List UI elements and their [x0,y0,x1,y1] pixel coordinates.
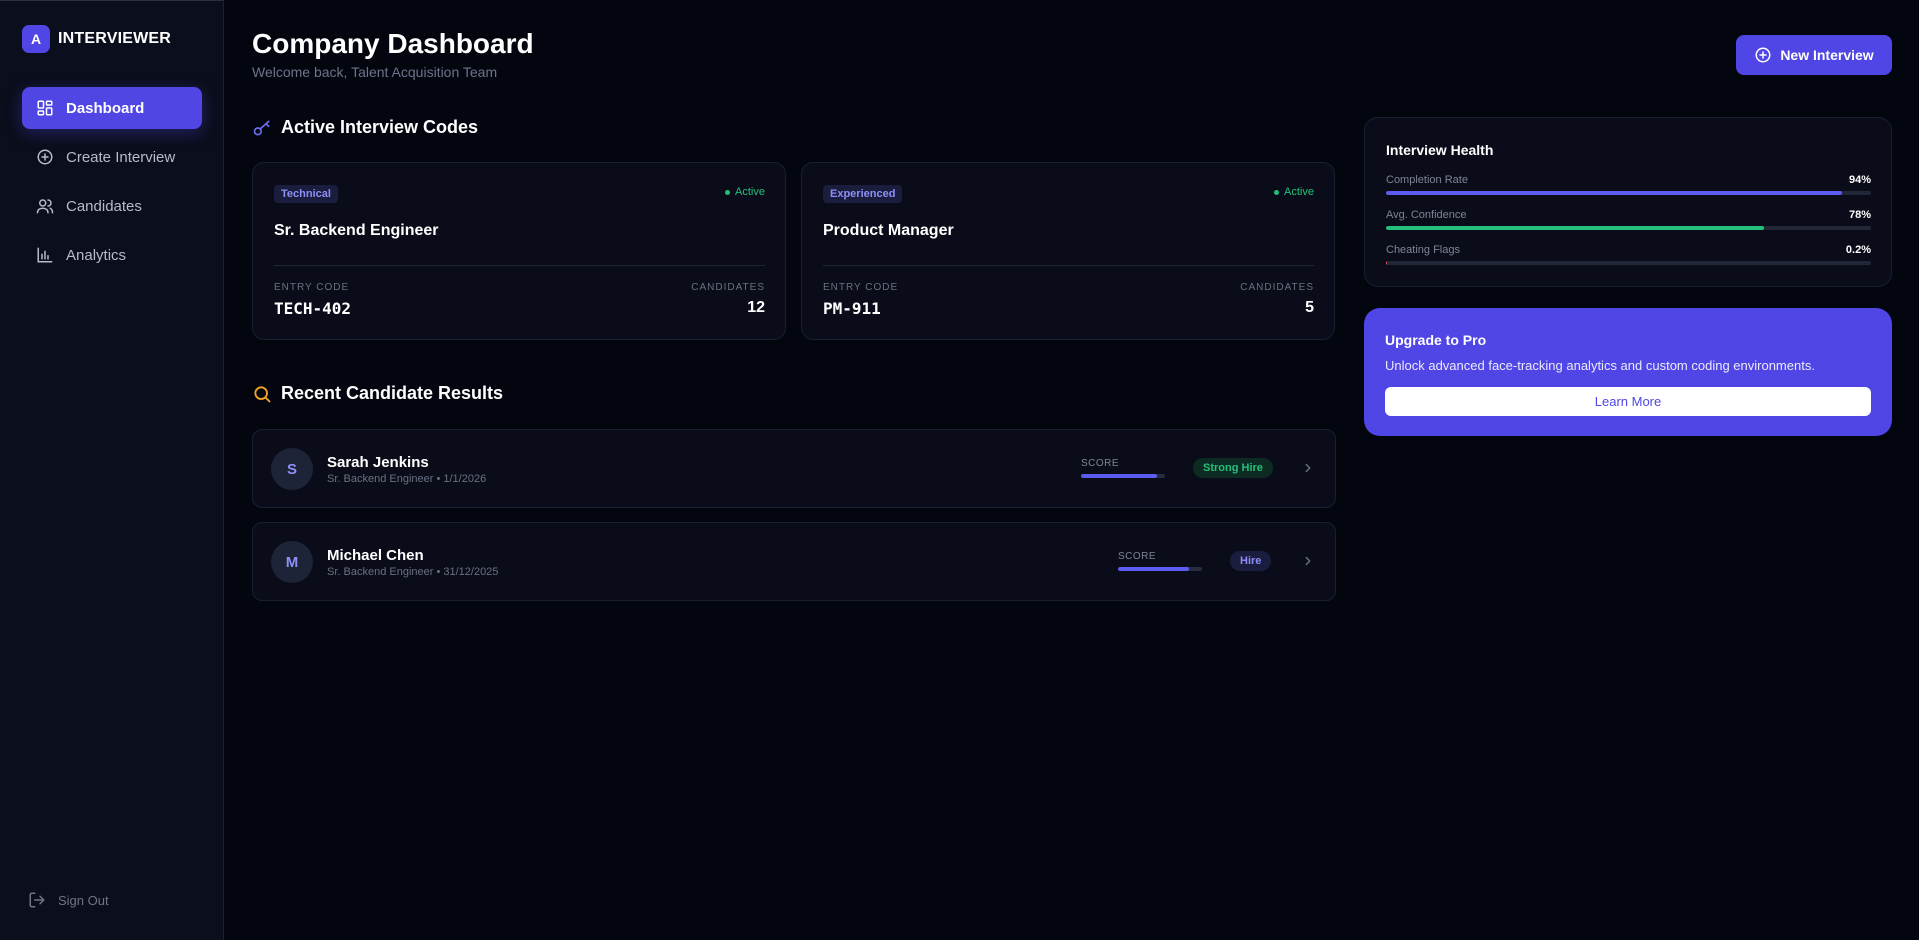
sidebar-item-candidates[interactable]: Candidates [22,185,202,227]
entry-code-value: TECH-402 [274,299,352,318]
metric-label: Cheating Flags [1386,244,1460,256]
category-tag: Technical [274,185,338,203]
metric-bar-fill [1386,261,1387,265]
brand-logo: A [22,25,50,53]
candidates-count: 5 [1305,299,1314,316]
metric-bar [1386,261,1871,265]
candidates-count: 12 [747,299,765,316]
entry-code-label: ENTRY CODE [823,282,899,293]
brand: A INTERVIEWER [22,25,171,53]
sidebar-item-label: Analytics [66,246,127,264]
sidebar-item-dashboard[interactable]: Dashboard [22,87,202,129]
score-label: SCORE [1081,458,1120,469]
pro-title: Upgrade to Pro [1385,332,1487,348]
score-bar [1081,474,1165,478]
page-subtitle: Welcome back, Talent Acquisition Team [252,64,498,80]
metric-value: 78% [1848,209,1871,221]
candidate-name: Michael Chen [327,547,424,564]
plus-circle-icon [37,149,53,165]
entry-code-value: PM-911 [823,299,881,318]
logout-icon [29,892,45,908]
brand-name: INTERVIEWER [58,30,172,47]
avatar: S [271,448,313,490]
status-dot [725,189,731,195]
entry-code-label: ENTRY CODE [274,282,350,293]
metric-cheating-flags: Cheating Flags 0.2% [1386,244,1871,265]
candidate-result-row[interactable]: M Michael Chen Sr. Backend Engineer • 31… [252,522,1336,601]
users-icon [36,199,54,214]
metric-completion-rate: Completion Rate 94% [1386,174,1871,195]
sidebar-item-analytics[interactable]: Analytics [22,234,202,276]
sidebar-nav: Dashboard Create Interview Candidates An… [22,87,202,283]
role-title: Sr. Backend Engineer [274,222,439,239]
metric-label: Completion Rate [1386,174,1468,186]
sign-out-button[interactable]: Sign Out [28,891,109,909]
category-tag: Experienced [823,185,903,203]
active-codes-heading: Active Interview Codes [252,117,478,138]
new-interview-button[interactable]: New Interview [1736,35,1892,75]
role-title: Product Manager [823,222,954,239]
score-label: SCORE [1118,551,1157,562]
candidate-meta: Sr. Backend Engineer • 31/12/2025 [327,566,499,578]
chevron-right-icon[interactable] [1301,461,1315,475]
status-dot [1274,189,1280,195]
health-title: Interview Health [1386,142,1494,158]
score-block: SCORE [1081,458,1165,478]
sidebar-item-label: Dashboard [66,99,145,117]
avatar: M [271,541,313,583]
metric-bar [1386,226,1871,230]
sidebar-item-create-interview[interactable]: Create Interview [22,136,202,178]
status-badge: Active [1274,186,1314,198]
interview-code-card[interactable]: Experienced Active Product Manager ENTRY… [801,162,1335,340]
card-divider [823,265,1314,266]
search-icon [254,385,271,402]
score-bar-fill [1118,567,1190,571]
card-divider [274,265,765,266]
interview-code-card[interactable]: Technical Active Sr. Backend Engineer EN… [252,162,786,340]
recent-results-title: Recent Candidate Results [281,383,504,403]
learn-more-button[interactable]: Learn More [1385,387,1871,416]
candidates-label: CANDIDATES [691,282,765,293]
metric-value: 0.2% [1845,244,1871,256]
metric-bar-fill [1386,226,1765,230]
page-title: Company Dashboard [252,28,534,59]
key-icon [253,120,270,135]
score-bar-fill [1081,474,1157,478]
sidebar-item-label: Candidates [66,197,142,215]
new-interview-label: New Interview [1780,47,1874,63]
metric-value: 94% [1848,174,1871,186]
candidate-meta: Sr. Backend Engineer • 1/1/2026 [327,473,487,485]
upgrade-pro-card: Upgrade to Pro Unlock advanced face-trac… [1364,308,1892,436]
verdict-badge: Hire [1230,551,1272,571]
plus-circle-icon [1755,47,1771,63]
score-bar [1118,567,1202,571]
app-root: A INTERVIEWER Dashboard Create Interview [0,0,1919,940]
candidates-label: CANDIDATES [1240,282,1314,293]
metric-avg-confidence: Avg. Confidence 78% [1386,209,1871,230]
status-label: Active [1284,186,1314,198]
pro-description: Unlock advanced face-tracking analytics … [1385,358,1815,373]
candidate-name: Sarah Jenkins [327,454,429,471]
interview-health-card: Interview Health Completion Rate 94% Avg… [1364,117,1892,287]
bar-chart-icon [37,247,53,263]
status-label: Active [735,186,765,198]
verdict-badge: Strong Hire [1193,458,1273,478]
active-codes-title: Active Interview Codes [281,117,479,137]
candidate-result-row[interactable]: S Sarah Jenkins Sr. Backend Engineer • 1… [252,429,1336,508]
dashboard-icon [37,100,53,116]
metric-bar-fill [1386,191,1842,195]
sidebar: A INTERVIEWER Dashboard Create Interview [0,0,224,940]
chevron-right-icon[interactable] [1301,554,1315,568]
sidebar-item-label: Create Interview [66,148,176,166]
status-badge: Active [725,186,765,198]
metric-label: Avg. Confidence [1386,209,1467,221]
recent-results-heading: Recent Candidate Results [252,383,503,404]
metric-bar [1386,191,1871,195]
score-block: SCORE [1118,551,1202,571]
sign-out-label: Sign Out [58,892,109,908]
